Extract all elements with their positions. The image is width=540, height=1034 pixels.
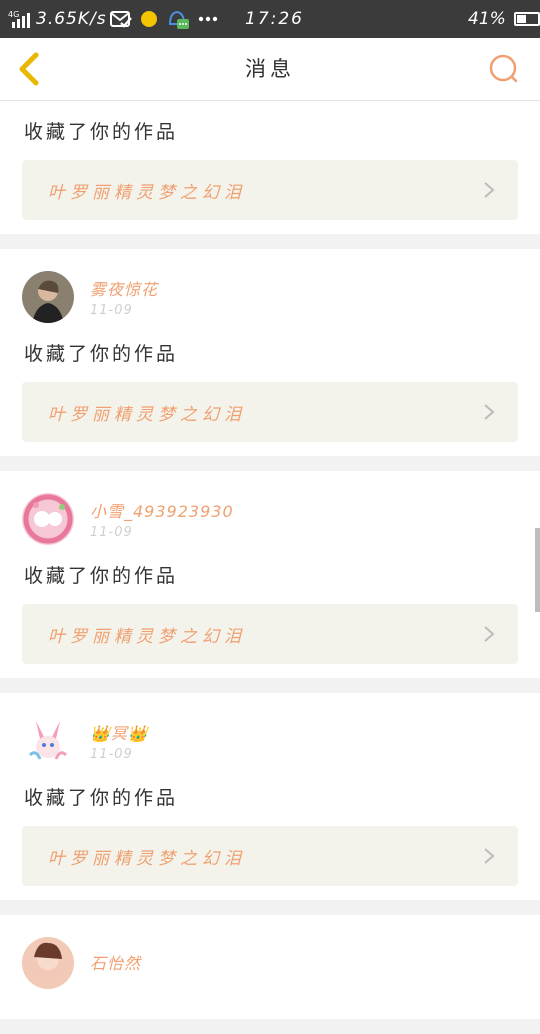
signal-icon: 4G xyxy=(8,0,32,38)
action-text: 收藏了你的作品 xyxy=(24,121,179,143)
battery-status: 41% xyxy=(468,0,540,38)
search-icon xyxy=(489,54,518,83)
svg-text:4G: 4G xyxy=(8,10,19,19)
work-title: 叶罗丽精灵梦之幻泪 xyxy=(48,404,246,425)
date: 11-09 xyxy=(90,747,133,762)
work-title: 叶罗丽精灵梦之幻泪 xyxy=(48,626,246,647)
notification-card: 收藏了你的作品 叶罗丽精灵梦之幻泪 xyxy=(0,101,540,234)
date: 11-09 xyxy=(90,525,133,540)
more-dots-icon xyxy=(198,16,218,22)
avatar[interactable] xyxy=(22,937,74,989)
battery-icon xyxy=(513,12,540,26)
date: 11-09 xyxy=(90,303,133,318)
notification-card: 👑冥👑 11-09 收藏了你的作品 叶罗丽精灵梦之幻泪 xyxy=(0,693,540,900)
work-link[interactable]: 叶罗丽精灵梦之幻泪 xyxy=(22,382,518,442)
battery-percent: 41% xyxy=(468,9,506,29)
avatar[interactable] xyxy=(22,715,74,767)
work-link[interactable]: 叶罗丽精灵梦之幻泪 xyxy=(22,826,518,886)
clock: 17:26 xyxy=(245,9,304,29)
notification-icons xyxy=(110,0,218,38)
user-name[interactable]: 小雪_493923930 xyxy=(90,498,234,522)
user-row[interactable]: 小雪_493923930 11-09 xyxy=(22,493,518,545)
work-title: 叶罗丽精灵梦之幻泪 xyxy=(48,848,246,869)
action-text: 收藏了你的作品 xyxy=(24,565,179,587)
work-link[interactable]: 叶罗丽精灵梦之幻泪 xyxy=(22,160,518,220)
page-title: 消息 xyxy=(245,57,295,81)
scrollbar-thumb[interactable] xyxy=(535,528,540,612)
chevron-right-icon xyxy=(484,848,495,864)
work-link[interactable]: 叶罗丽精灵梦之幻泪 xyxy=(22,604,518,664)
mail-check-icon xyxy=(110,11,132,28)
avatar[interactable] xyxy=(22,493,74,545)
user-name[interactable]: 雾夜惊花 xyxy=(90,276,158,300)
work-title: 叶罗丽精灵梦之幻泪 xyxy=(48,182,246,203)
chevron-right-icon xyxy=(484,182,495,198)
avatar[interactable] xyxy=(22,271,74,323)
yellow-dot-icon xyxy=(141,11,157,27)
message-bell-icon xyxy=(168,10,189,29)
status-bar: 4G 3.65K/s 17:26 41% xyxy=(0,0,540,38)
user-name[interactable]: 石怡然 xyxy=(90,950,141,974)
chevron-right-icon xyxy=(484,404,495,420)
notification-card: 雾夜惊花 11-09 收藏了你的作品 叶罗丽精灵梦之幻泪 xyxy=(0,249,540,456)
chevron-right-icon xyxy=(484,626,495,642)
network-speed: 3.65K/s xyxy=(36,9,107,29)
notification-list: 收藏了你的作品 叶罗丽精灵梦之幻泪 雾夜惊花 11-09 收藏了你的作品 叶罗丽… xyxy=(0,101,540,1034)
user-row[interactable]: 石怡然 xyxy=(22,937,518,989)
user-row[interactable]: 雾夜惊花 11-09 xyxy=(22,271,518,323)
notification-card: 石怡然 xyxy=(0,915,540,1019)
action-text: 收藏了你的作品 xyxy=(24,343,179,365)
user-row[interactable]: 👑冥👑 11-09 xyxy=(22,715,518,767)
notification-card: 小雪_493923930 11-09 收藏了你的作品 叶罗丽精灵梦之幻泪 xyxy=(0,471,540,678)
user-name[interactable]: 👑冥👑 xyxy=(90,720,149,744)
search-button[interactable] xyxy=(488,53,520,85)
action-text: 收藏了你的作品 xyxy=(24,787,179,809)
nav-bar: 消息 xyxy=(0,38,540,101)
